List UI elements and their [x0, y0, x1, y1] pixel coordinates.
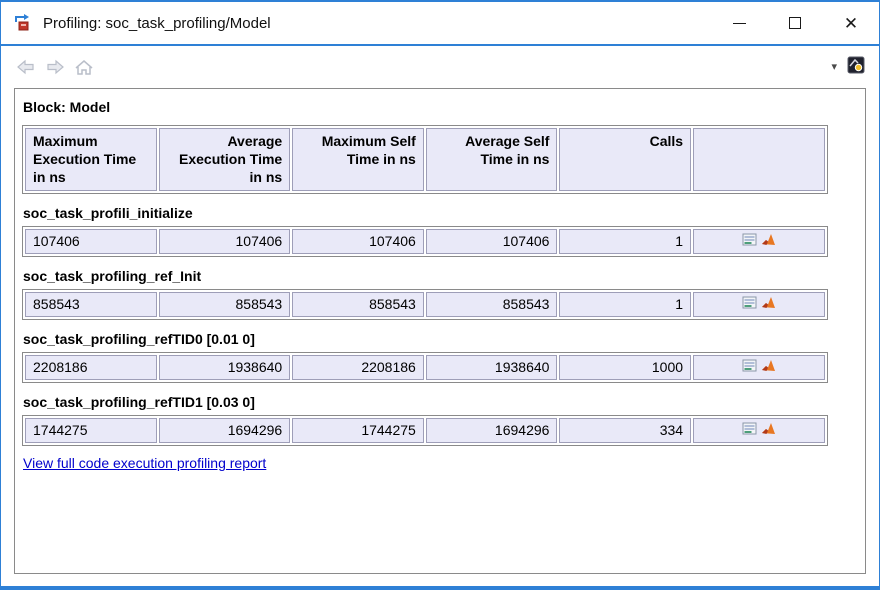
section-name: soc_task_profili_initialize [23, 205, 857, 221]
maximize-button[interactable] [767, 2, 823, 44]
toolbar: ▾ [1, 46, 879, 88]
cell-calls: 1 [559, 292, 691, 317]
full-report-link[interactable]: View full code execution profiling repor… [23, 455, 266, 471]
open-report-icon[interactable] [742, 232, 758, 250]
cell-max-self: 107406 [292, 229, 424, 254]
cell-max-exec: 858543 [25, 292, 157, 317]
close-icon: ✕ [844, 15, 858, 32]
cell-avg-self: 858543 [426, 292, 558, 317]
simulink-profiler-icon [13, 13, 33, 33]
open-report-icon[interactable] [742, 421, 758, 439]
home-icon[interactable] [73, 57, 95, 77]
cell-actions [693, 292, 825, 317]
section-name: soc_task_profiling_refTID1 [0.03 0] [23, 394, 857, 410]
cell-calls: 1000 [559, 355, 691, 380]
window-controls: ✕ [711, 2, 879, 44]
cell-avg-exec: 1694296 [159, 418, 291, 443]
column-header-calls: Calls [559, 128, 691, 191]
minimize-icon [733, 23, 746, 24]
column-header-avg-self: Average Self Time in ns [426, 128, 558, 191]
open-report-icon[interactable] [742, 295, 758, 313]
cell-avg-exec: 858543 [159, 292, 291, 317]
table-row: 858543 858543 858543 858543 1 [22, 289, 828, 320]
highlight-report-icon[interactable] [847, 56, 865, 79]
maximize-icon [789, 17, 801, 29]
cell-max-self: 2208186 [292, 355, 424, 380]
cell-avg-self: 1938640 [426, 355, 558, 380]
cell-calls: 334 [559, 418, 691, 443]
profiler-window: Profiling: soc_task_profiling/Model ✕ [0, 0, 880, 590]
title-bar: Profiling: soc_task_profiling/Model ✕ [1, 2, 879, 46]
nav-group [15, 57, 95, 77]
cell-max-exec: 1744275 [25, 418, 157, 443]
cell-actions [693, 229, 825, 254]
table-header-row: Maximum Execution Time in ns Average Exe… [22, 125, 828, 194]
cell-avg-exec: 1938640 [159, 355, 291, 380]
cell-max-exec: 107406 [25, 229, 157, 254]
forward-arrow-icon[interactable] [44, 57, 66, 77]
cell-avg-self: 1694296 [426, 418, 558, 443]
cell-avg-exec: 107406 [159, 229, 291, 254]
cell-max-self: 1744275 [292, 418, 424, 443]
back-arrow-icon[interactable] [15, 57, 37, 77]
matlab-icon[interactable] [761, 295, 776, 313]
minimize-button[interactable] [711, 2, 767, 44]
column-header-avg-exec: Average Execution Time in ns [159, 128, 291, 191]
cell-calls: 1 [559, 229, 691, 254]
table-row: 107406 107406 107406 107406 1 [22, 226, 828, 257]
section-name: soc_task_profiling_ref_Init [23, 268, 857, 284]
matlab-icon[interactable] [761, 421, 776, 439]
cell-max-exec: 2208186 [25, 355, 157, 380]
column-header-actions [693, 128, 825, 191]
cell-actions [693, 355, 825, 380]
profiling-report-panel: Block: Model Maximum Execution Time in n… [14, 88, 866, 574]
block-title: Block: Model [23, 99, 857, 115]
cell-actions [693, 418, 825, 443]
dropdown-arrow-icon[interactable]: ▾ [831, 62, 837, 73]
open-report-icon[interactable] [742, 358, 758, 376]
column-header-max-self: Maximum Self Time in ns [292, 128, 424, 191]
close-button[interactable]: ✕ [823, 2, 879, 44]
table-row: 2208186 1938640 2208186 1938640 1000 [22, 352, 828, 383]
toolbar-right: ▾ [831, 56, 865, 79]
section-name: soc_task_profiling_refTID0 [0.01 0] [23, 331, 857, 347]
cell-max-self: 858543 [292, 292, 424, 317]
window-title: Profiling: soc_task_profiling/Model [43, 15, 271, 32]
cell-avg-self: 107406 [426, 229, 558, 254]
table-row: 1744275 1694296 1744275 1694296 334 [22, 415, 828, 446]
matlab-icon[interactable] [761, 232, 776, 250]
matlab-icon[interactable] [761, 358, 776, 376]
column-header-max-exec: Maximum Execution Time in ns [25, 128, 157, 191]
